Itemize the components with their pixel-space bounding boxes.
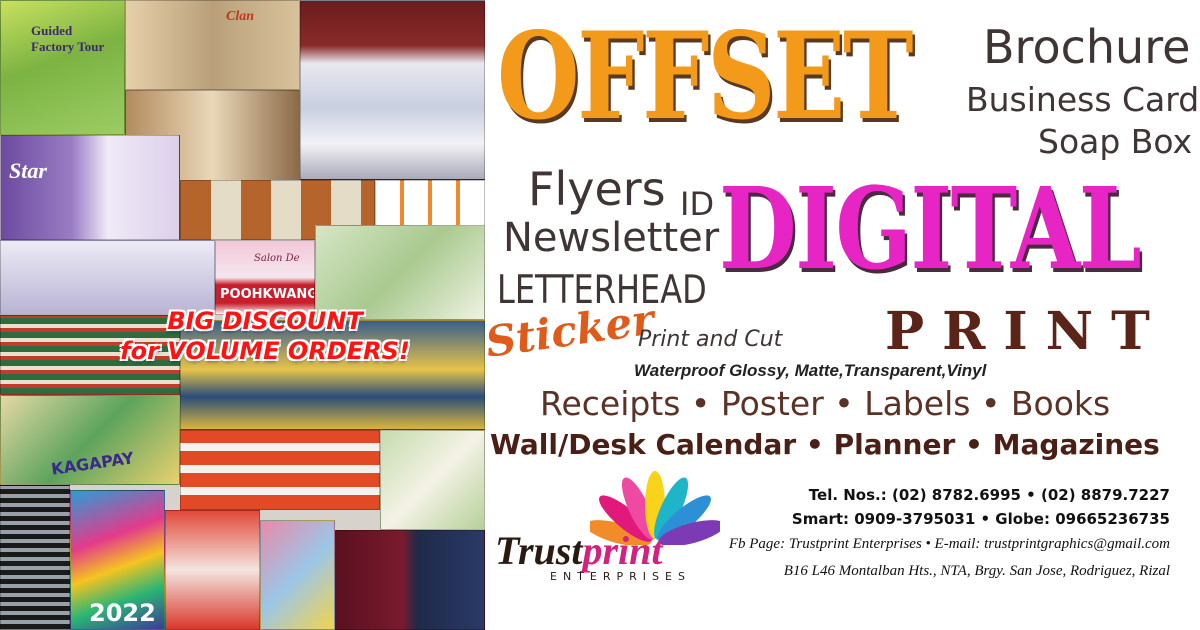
star-flyer-sample: Star (0, 135, 180, 240)
logo-name-trust: Trust (495, 528, 583, 573)
print-and-cut-label: Print and Cut (638, 327, 783, 352)
booklets-photo (165, 510, 260, 630)
magazines-photo (260, 520, 335, 630)
receipt-booklets (180, 430, 380, 510)
salon-flyer: Salon De POOHKWANG (215, 240, 315, 315)
calendar-year: 2022 (89, 599, 156, 627)
salon-flyer-line1: Salon De (254, 253, 300, 264)
trustprint-logo: Trustprint ENTERPRISES (495, 465, 730, 590)
contact-address: B16 L46 Montalban Hts., NTA, Brgy. San J… (783, 563, 1170, 579)
offset-headline: OFFSET (497, 6, 914, 147)
printed-stack-photo (300, 0, 485, 180)
logo-subtitle: ENTERPRISES (550, 570, 691, 583)
calendar-2022-cover: 2022 (70, 490, 165, 630)
certificate-sample (380, 430, 485, 530)
promo-line-1: BIG DISCOUNT (167, 307, 363, 335)
contact-social: Fb Page: Trustprint Enterprises • E-mail… (728, 536, 1170, 552)
brochure-sample: Guided Factory Tour (0, 0, 125, 135)
brochure-sample-title: Guided Factory Tour (31, 23, 105, 54)
clan-sample-title: Clan (226, 9, 255, 24)
kagapay-text: KAGAPAY (50, 448, 135, 479)
product-newsletter: Newsletter (503, 215, 720, 261)
print-headline: PRINT (885, 301, 1168, 362)
product-business-card: Business Card (966, 80, 1200, 119)
planner-spiral (0, 485, 70, 630)
product-brochure: Brochure (983, 20, 1191, 74)
logo-wordmark: Trustprint (495, 527, 663, 574)
product-soap-box: Soap Box (1038, 122, 1193, 161)
product-photo-collage: Guided Factory Tour Clan Star Salon De P… (0, 0, 485, 630)
pamphlet-sample: Clan (125, 0, 300, 90)
star-flyer-title: Star (9, 158, 47, 183)
salon-flyer-line2: POOHKWANG (220, 287, 315, 302)
volume-discount-promo: BIG DISCOUNT for VOLUME ORDERS! (100, 306, 430, 366)
logo-name-print: print (582, 528, 663, 573)
product-row-calendar: Wall/Desk Calendar • Planner • Magazines (490, 428, 1160, 461)
digital-headline: DIGITAL (719, 164, 1142, 295)
hardbound-books-photo (335, 530, 485, 630)
kagapay-banner: KAGAPAY (0, 395, 180, 485)
product-flyers: Flyers (528, 162, 666, 216)
promo-line-2: for VOLUME ORDERS! (120, 337, 410, 365)
contact-mobile: Smart: 0909-3795031 • Globe: 09665236735 (791, 510, 1170, 528)
sticker-materials: Waterproof Glossy, Matte,Transparent,Vin… (634, 361, 987, 380)
letterhead-sample (0, 240, 215, 315)
contact-telephone: Tel. Nos.: (02) 8782.6995 • (02) 8879.72… (808, 486, 1170, 504)
product-row-receipts: Receipts • Poster • Labels • Books (540, 384, 1111, 423)
